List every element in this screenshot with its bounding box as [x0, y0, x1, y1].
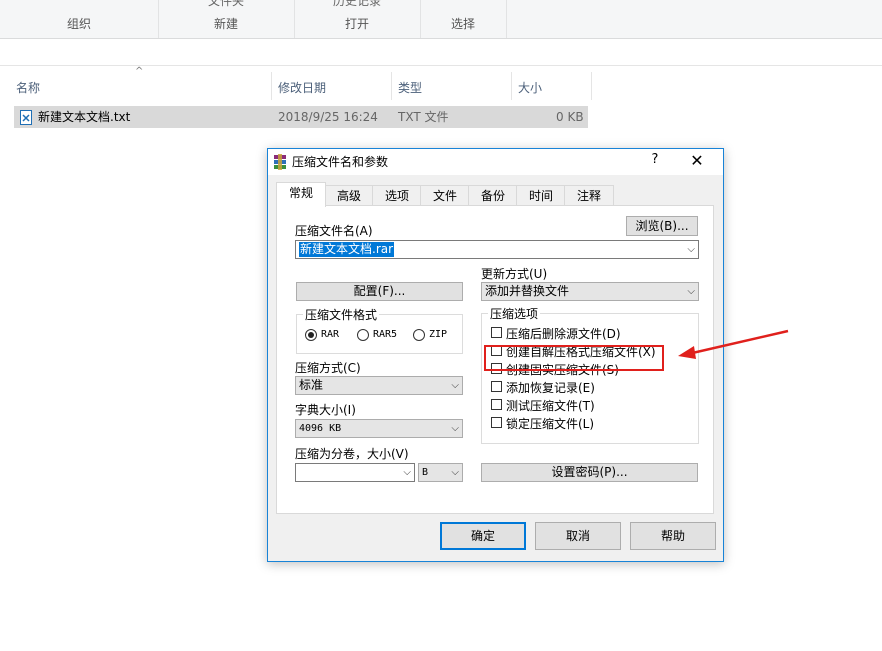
- ok-button[interactable]: 确定: [440, 522, 526, 550]
- column-header-date[interactable]: 修改日期: [274, 78, 394, 98]
- split-unit-select[interactable]: B ⌵: [418, 463, 463, 482]
- ribbon-group-new: 文件夹 新建: [158, 0, 295, 38]
- lock-archive-checkbox[interactable]: [491, 417, 502, 428]
- chevron-down-icon[interactable]: ⌵: [403, 464, 411, 481]
- highlight-box: [484, 345, 664, 371]
- chevron-down-icon: ⌵: [451, 423, 459, 434]
- cancel-button[interactable]: 取消: [535, 522, 621, 550]
- format-rar5-radio[interactable]: [357, 329, 369, 341]
- split-unit-value: B: [422, 467, 429, 478]
- tab-advanced[interactable]: 高级: [324, 185, 374, 206]
- sort-up-icon: ^: [135, 66, 144, 77]
- format-rar-radio[interactable]: [305, 329, 317, 341]
- recovery-record-checkbox[interactable]: [491, 381, 502, 392]
- method-value: 标准: [299, 378, 324, 392]
- ribbon: 组织 文件夹 新建 历史记录 打开 选择: [0, 0, 882, 39]
- address-separator: [0, 65, 882, 66]
- tab-files[interactable]: 文件: [420, 185, 470, 206]
- ribbon-group-label: 新建: [213, 17, 238, 31]
- test-archive-label[interactable]: 测试压缩文件(T): [506, 397, 595, 414]
- archive-options-group: 压缩选项 压缩后删除源文件(D) 创建自解压格式压缩文件(X) 创建固实压缩文件…: [481, 305, 699, 444]
- help-button[interactable]: 帮助: [630, 522, 716, 550]
- archive-name-combo[interactable]: 新建文本文档.rar ⌵: [295, 240, 699, 259]
- tab-general[interactable]: 常规: [276, 182, 326, 207]
- help-icon[interactable]: ?: [644, 152, 666, 172]
- tab-time[interactable]: 时间: [516, 185, 566, 206]
- archive-name-value: 新建文本文档.rar: [299, 242, 395, 257]
- dict-size-select[interactable]: 4096 KB ⌵: [295, 419, 463, 438]
- browse-button[interactable]: 浏览(B)...: [626, 216, 698, 236]
- text-file-icon: [20, 110, 32, 132]
- history-label[interactable]: 历史记录: [294, 0, 420, 9]
- winrar-icon: [273, 154, 287, 173]
- archive-format-group: 压缩文件格式 RAR RAR5 ZIP: [296, 306, 463, 354]
- chevron-down-icon: ⌵: [451, 467, 459, 478]
- file-type: TXT 文件: [398, 110, 449, 124]
- column-divider[interactable]: [591, 72, 592, 100]
- column-divider[interactable]: [511, 72, 512, 100]
- update-mode-select[interactable]: 添加并替换文件 ⌵: [481, 282, 699, 301]
- method-label: 压缩方式(C): [295, 361, 361, 375]
- update-mode-value: 添加并替换文件: [485, 284, 570, 298]
- format-zip-label[interactable]: ZIP: [429, 329, 447, 340]
- delete-after-checkbox[interactable]: [491, 327, 502, 338]
- format-rar5-label[interactable]: RAR5: [373, 329, 397, 340]
- method-select[interactable]: 标准 ⌵: [295, 376, 463, 395]
- file-date: 2018/9/25 16:24: [278, 110, 378, 124]
- profile-button[interactable]: 配置(F)...: [296, 282, 463, 301]
- ribbon-group-organize: 组织: [0, 0, 159, 38]
- column-header-size[interactable]: 大小: [514, 78, 588, 98]
- column-divider[interactable]: [391, 72, 392, 100]
- split-volume-label: 压缩为分卷，大小(V): [295, 447, 409, 461]
- file-name: 新建文本文档.txt: [38, 110, 131, 124]
- recovery-record-label[interactable]: 添加恢复记录(E): [506, 379, 595, 396]
- chevron-down-icon: ⌵: [687, 286, 695, 297]
- archive-options-label: 压缩选项: [488, 305, 541, 322]
- column-divider[interactable]: [271, 72, 272, 100]
- dict-size-label: 字典大小(I): [295, 403, 356, 417]
- delete-after-label[interactable]: 压缩后删除源文件(D): [506, 325, 621, 342]
- archive-name-label: 压缩文件名(A): [295, 224, 373, 238]
- chevron-down-icon: ⌵: [451, 380, 459, 391]
- dict-size-value: 4096 KB: [299, 423, 342, 434]
- file-size: 0 KB: [556, 110, 584, 124]
- tab-options[interactable]: 选项: [372, 185, 422, 206]
- tab-comment[interactable]: 注释: [564, 185, 614, 206]
- ribbon-group-label: 打开: [344, 17, 369, 31]
- column-header-type[interactable]: 类型: [394, 78, 510, 98]
- set-password-button[interactable]: 设置密码(P)...: [481, 463, 698, 482]
- chevron-down-icon[interactable]: ⌵: [687, 241, 695, 258]
- update-mode-label: 更新方式(U): [481, 267, 548, 281]
- tab-backup[interactable]: 备份: [468, 185, 518, 206]
- split-volume-combo[interactable]: ⌵: [295, 463, 415, 482]
- ribbon-group-open: 历史记录 打开: [294, 0, 421, 38]
- lock-archive-label[interactable]: 锁定压缩文件(L): [506, 415, 594, 432]
- dialog-titlebar[interactable]: 压缩文件名和参数 ? ✕: [268, 149, 723, 175]
- archive-format-label: 压缩文件格式: [303, 306, 380, 323]
- ribbon-group-label: 选择: [450, 17, 475, 31]
- ribbon-group-select: 选择: [420, 0, 507, 38]
- column-header-name[interactable]: 名称: [12, 78, 274, 98]
- close-icon[interactable]: ✕: [682, 151, 712, 173]
- format-zip-radio[interactable]: [413, 329, 425, 341]
- test-archive-checkbox[interactable]: [491, 399, 502, 410]
- ribbon-group-label: 组织: [66, 17, 91, 31]
- format-rar-label[interactable]: RAR: [321, 329, 339, 340]
- file-row[interactable]: 新建文本文档.txt 2018/9/25 16:24 TXT 文件 0 KB: [14, 106, 588, 128]
- dialog-title: 压缩文件名和参数: [292, 155, 389, 169]
- new-folder-label[interactable]: 文件夹: [158, 0, 294, 9]
- annotation-arrow-icon: [678, 329, 789, 359]
